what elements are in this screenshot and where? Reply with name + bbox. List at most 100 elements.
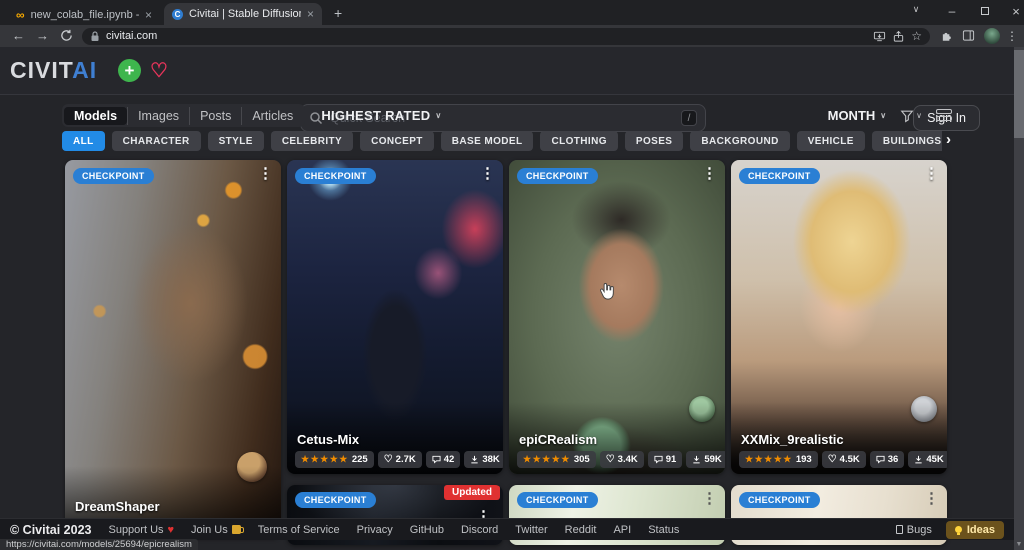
chip-celebrity[interactable]: CELEBRITY [271, 131, 353, 151]
browser-menu-icon[interactable]: ⋮ [1006, 28, 1018, 44]
period-dropdown[interactable]: MONTH ∨ [828, 108, 887, 123]
model-type-badge: CHECKPOINT [295, 492, 376, 508]
scrollbar-thumb[interactable] [1014, 50, 1024, 138]
downloads-pill[interactable]: 45K [908, 451, 947, 468]
comment-icon [432, 455, 441, 464]
tab-close-icon[interactable]: × [145, 8, 152, 22]
address-bar[interactable]: civitai.com ☆ [82, 28, 930, 45]
chip-vehicle[interactable]: VEHICLE [797, 131, 865, 151]
tab-civitai[interactable]: C Civitai | Stable Diffusion models, × [164, 3, 322, 25]
sidebar-icon[interactable] [962, 29, 975, 47]
reload-icon[interactable] [60, 29, 73, 46]
comments-pill[interactable]: 42 [426, 451, 461, 468]
footer-link-api[interactable]: API [613, 524, 631, 536]
model-card-cetus-mix[interactable]: CHECKPOINT ⋮ Cetus-Mix ★★★★★ 225 ♡ 2.7K … [287, 160, 503, 474]
chip-buildings[interactable]: BUILDINGS [872, 131, 942, 151]
scrollbar-down-arrow[interactable]: ▼ [1014, 540, 1024, 550]
browser-profile-avatar[interactable] [984, 28, 1000, 44]
likes-pill[interactable]: ♡ 3.4K [600, 451, 644, 468]
star-icons: ★★★★★ [301, 454, 349, 465]
tab-models[interactable]: Models [64, 107, 127, 125]
heart-icon: ♡ [606, 455, 615, 465]
likes-pill[interactable]: ♡ 4.5K [822, 451, 866, 468]
more-icon[interactable]: ⋮ [924, 489, 939, 507]
model-title: Cetus-Mix [297, 432, 359, 447]
window-minimize-button[interactable]: – [944, 4, 960, 18]
model-card-xxmix9realistic[interactable]: CHECKPOINT ⋮ XXMix_9realistic ★★★★★ 193 … [731, 160, 947, 474]
footer-link-join-us[interactable]: Join Us [191, 524, 241, 536]
downloads-pill[interactable]: 59K [686, 451, 725, 468]
likes-count: 3.4K [618, 454, 638, 465]
back-icon[interactable]: ← [12, 28, 25, 44]
tab-posts[interactable]: Posts [189, 107, 241, 125]
comments-count: 36 [888, 454, 899, 465]
filter-dropdown[interactable]: ∨ [900, 109, 922, 123]
chip-clothing[interactable]: CLOTHING [540, 131, 617, 151]
chip-background[interactable]: BACKGROUND [690, 131, 789, 151]
layout-toggle-icon[interactable] [936, 109, 952, 123]
nav-row: Models Images Posts Articles HIGHEST RAT… [62, 104, 952, 127]
rating-pill[interactable]: ★★★★★ 305 [517, 451, 596, 468]
footer-link-support-us[interactable]: Support Us♥ [108, 524, 174, 536]
chips-scroll-right-icon[interactable]: › [946, 131, 951, 148]
share-icon[interactable] [892, 30, 905, 43]
more-icon[interactable]: ⋮ [924, 164, 939, 182]
model-type-badge: CHECKPOINT [517, 492, 598, 508]
model-title: epiCRealism [519, 432, 597, 447]
chip-base-model[interactable]: BASE MODEL [441, 131, 534, 151]
tab-search-chevron-icon[interactable]: ∨ [908, 4, 924, 15]
tab-articles[interactable]: Articles [241, 107, 303, 125]
hand-cursor-icon [597, 281, 616, 307]
send-to-device-icon[interactable] [873, 30, 886, 43]
footer-link-github[interactable]: GitHub [410, 524, 444, 536]
ideas-button[interactable]: Ideas [946, 521, 1004, 539]
page-scrollbar[interactable]: ▼ [1014, 47, 1024, 550]
downloads-count: 38K [482, 454, 499, 465]
tab-close-icon[interactable]: × [307, 7, 314, 21]
new-tab-button[interactable]: + [334, 5, 342, 21]
likes-pill[interactable]: ♡ 2.7K [378, 451, 422, 468]
tab-images[interactable]: Images [127, 107, 189, 125]
tab-colab[interactable]: ∞ new_colab_file.ipynb - Colabora × [8, 4, 160, 25]
support-heart-icon[interactable]: ♡ [150, 58, 168, 83]
chip-character[interactable]: CHARACTER [112, 131, 201, 151]
footer-link-reddit[interactable]: Reddit [565, 524, 597, 536]
model-type-badge: CHECKPOINT [739, 492, 820, 508]
bugs-button[interactable]: Bugs [896, 524, 932, 536]
civitai-logo[interactable]: CIVITAI [10, 57, 97, 84]
more-icon[interactable]: ⋮ [258, 164, 273, 182]
extensions-icon[interactable] [940, 29, 953, 47]
more-icon[interactable]: ⋮ [702, 489, 717, 507]
window-maximize-button[interactable] [977, 4, 993, 18]
forward-icon[interactable]: → [36, 28, 49, 44]
chip-all[interactable]: ALL [62, 131, 105, 151]
heart-icon: ♥ [168, 524, 175, 536]
chip-poses[interactable]: POSES [625, 131, 683, 151]
chip-concept[interactable]: CONCEPT [360, 131, 434, 151]
downloads-pill[interactable]: 38K [464, 451, 503, 468]
comments-pill[interactable]: 36 [870, 451, 905, 468]
footer-link-privacy[interactable]: Privacy [357, 524, 393, 536]
model-title: XXMix_9realistic [741, 432, 844, 447]
window-close-button[interactable]: × [1008, 4, 1024, 19]
chevron-down-icon: ∨ [916, 111, 922, 120]
chip-style[interactable]: STYLE [208, 131, 264, 151]
rating-pill[interactable]: ★★★★★ 193 [739, 451, 818, 468]
more-icon[interactable]: ⋮ [702, 164, 717, 182]
model-type-badge: CHECKPOINT [517, 168, 598, 184]
model-card-epicrealism[interactable]: CHECKPOINT ⋮ epiCRealism ★★★★★ 305 ♡ 3.4… [509, 160, 725, 474]
create-button[interactable]: + [118, 59, 141, 82]
sort-dropdown[interactable]: HIGHEST RATED ∨ [321, 108, 441, 123]
footer-link-terms[interactable]: Terms of Service [258, 524, 340, 536]
footer-link-twitter[interactable]: Twitter [515, 524, 547, 536]
comments-pill[interactable]: 91 [648, 451, 683, 468]
more-icon[interactable]: ⋮ [480, 164, 495, 182]
footer-link-discord[interactable]: Discord [461, 524, 498, 536]
chevron-down-icon: ∨ [880, 111, 886, 120]
download-icon [470, 455, 479, 464]
comments-count: 91 [666, 454, 677, 465]
footer-link-status[interactable]: Status [648, 524, 679, 536]
model-card-dreamshaper[interactable]: CHECKPOINT ⋮ DreamShaper [65, 160, 281, 538]
rating-pill[interactable]: ★★★★★ 225 [295, 451, 374, 468]
bookmark-star-icon[interactable]: ☆ [911, 29, 922, 43]
